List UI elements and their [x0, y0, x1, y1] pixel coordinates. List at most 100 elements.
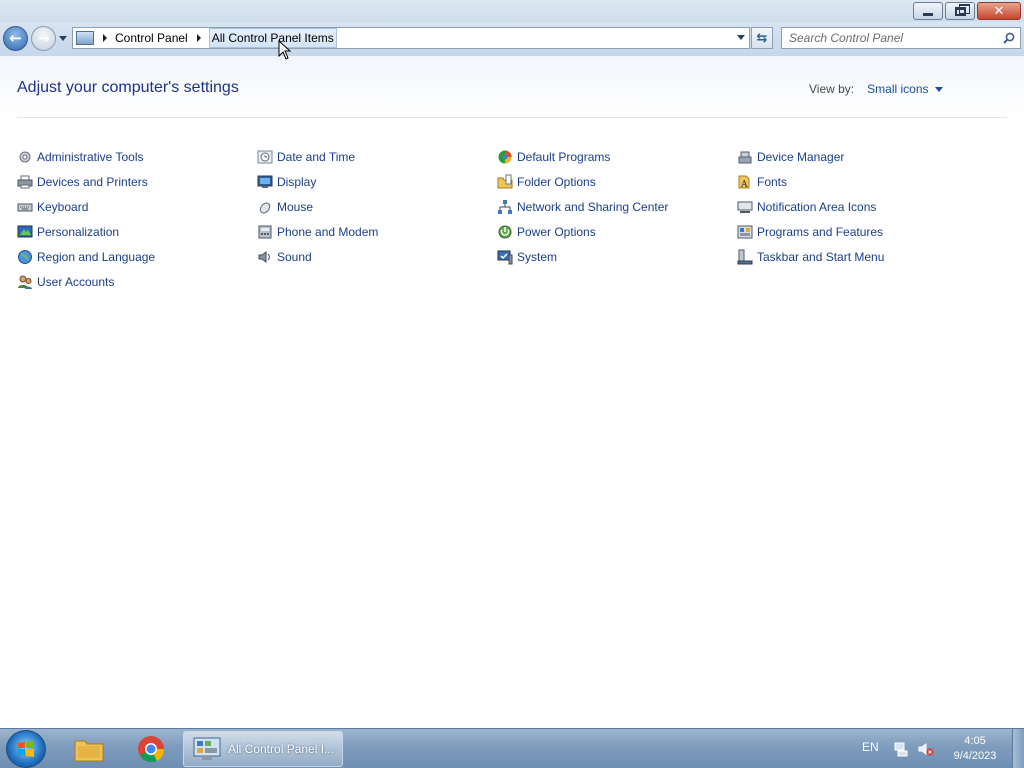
item-phone-and-modem[interactable]: Phone and Modem — [257, 219, 497, 244]
item-network-and-sharing-center[interactable]: Network and Sharing Center — [497, 194, 737, 219]
breadcrumb-control-panel[interactable]: Control Panel — [115, 31, 188, 45]
item-date-and-time[interactable]: Date and Time — [257, 144, 497, 169]
control-panel-items: Administrative Tools Date and Time Defau… — [17, 144, 977, 294]
system-clock[interactable]: 4:05 9/4/2023 — [944, 734, 1006, 764]
item-taskbar-and-start-menu[interactable]: Taskbar and Start Menu — [737, 244, 977, 269]
default-programs-icon — [497, 149, 513, 165]
power-icon — [497, 224, 513, 240]
item-programs-and-features[interactable]: Programs and Features — [737, 219, 977, 244]
address-history-dropdown[interactable] — [737, 35, 745, 40]
language-indicator[interactable]: EN — [862, 740, 879, 754]
item-mouse[interactable]: Mouse — [257, 194, 497, 219]
item-label[interactable]: Date and Time — [277, 150, 355, 164]
programs-icon — [737, 224, 753, 240]
taskbar-explorer-button[interactable] — [66, 731, 112, 767]
item-folder-options[interactable]: Folder Options — [497, 169, 737, 194]
svg-text:A: A — [740, 180, 748, 190]
view-by-dropdown[interactable]: Small icons — [867, 82, 943, 96]
close-button[interactable]: ✕ — [977, 2, 1021, 20]
mouse-cursor-icon — [278, 40, 292, 60]
breadcrumb-all-items[interactable]: All Control Panel Items — [208, 28, 337, 48]
refresh-icon: ⇆ — [756, 30, 768, 46]
item-fonts[interactable]: A Fonts — [737, 169, 977, 194]
item-label[interactable]: Default Programs — [517, 150, 610, 164]
search-box[interactable] — [781, 27, 1021, 49]
item-label[interactable]: Keyboard — [37, 200, 88, 214]
item-label[interactable]: Personalization — [37, 225, 119, 239]
item-label[interactable]: Folder Options — [517, 175, 596, 189]
control-panel-icon — [193, 737, 221, 760]
content-area: Adjust your computer's settings View by:… — [0, 40, 1024, 728]
item-keyboard[interactable]: Keyboard — [17, 194, 257, 219]
item-label[interactable]: User Accounts — [37, 275, 114, 289]
view-by-label: View by: — [809, 82, 855, 96]
refresh-button[interactable]: ⇆ — [751, 27, 773, 49]
minimize-button[interactable] — [913, 2, 943, 20]
chevron-down-icon — [934, 86, 943, 92]
start-button[interactable] — [6, 730, 46, 768]
search-input[interactable] — [782, 28, 992, 48]
item-label[interactable]: Notification Area Icons — [757, 200, 876, 214]
restore-button[interactable] — [945, 2, 975, 20]
network-tray-icon[interactable] — [893, 741, 909, 757]
item-label[interactable]: Administrative Tools — [37, 150, 144, 164]
item-label[interactable]: Programs and Features — [757, 225, 883, 239]
chevron-down-icon — [737, 35, 745, 40]
item-label[interactable]: Device Manager — [757, 150, 844, 164]
windows-logo-icon — [18, 741, 34, 757]
item-power-options[interactable]: Power Options — [497, 219, 737, 244]
item-label[interactable]: Devices and Printers — [37, 175, 148, 189]
window-controls: ✕ — [913, 2, 1021, 20]
item-label[interactable]: Display — [277, 175, 316, 189]
show-desktop-button[interactable] — [1012, 729, 1024, 768]
taskbar-control-panel-button[interactable]: All Control Panel I... — [183, 731, 343, 767]
page-title: Adjust your computer's settings — [17, 79, 239, 96]
volume-muted-icon[interactable] — [918, 741, 934, 757]
folder-options-icon — [497, 174, 513, 190]
item-display[interactable]: Display — [257, 169, 497, 194]
item-label[interactable]: Region and Language — [37, 250, 155, 264]
view-by-value[interactable]: Small icons — [867, 82, 928, 96]
clock-date: 9/4/2023 — [953, 750, 997, 762]
item-devices-and-printers[interactable]: Devices and Printers — [17, 169, 257, 194]
item-user-accounts[interactable]: User Accounts — [17, 269, 257, 294]
item-sound[interactable]: Sound — [257, 244, 497, 269]
clock-time: 4:05 — [964, 735, 986, 747]
restore-icon — [954, 3, 970, 16]
item-label[interactable]: Phone and Modem — [277, 225, 378, 239]
item-label[interactable]: System — [517, 250, 557, 264]
recent-pages-button[interactable] — [58, 33, 68, 43]
item-notification-area-icons[interactable]: Notification Area Icons — [737, 194, 977, 219]
navigation-bar: ← → Control Panel All Control Panel Item… — [0, 22, 1024, 56]
phone-icon — [257, 224, 273, 240]
item-system[interactable]: System — [497, 244, 737, 269]
control-panel-icon — [76, 31, 94, 45]
globe-icon — [17, 249, 33, 265]
forward-button[interactable]: → — [31, 26, 56, 51]
item-personalization[interactable]: Personalization — [17, 219, 257, 244]
breadcrumb-separator[interactable] — [196, 34, 201, 42]
view-by: View by: Small icons — [809, 82, 943, 96]
item-label[interactable]: Network and Sharing Center — [517, 200, 668, 214]
back-arrow-icon: ← — [9, 29, 22, 47]
item-label[interactable]: Taskbar and Start Menu — [757, 250, 884, 264]
breadcrumb-separator[interactable] — [103, 34, 107, 42]
search-icon[interactable] — [1003, 32, 1015, 44]
item-label[interactable]: Sound — [277, 250, 312, 264]
mouse-icon — [257, 199, 273, 215]
item-administrative-tools[interactable]: Administrative Tools — [17, 144, 257, 169]
item-label[interactable]: Mouse — [277, 200, 313, 214]
display-icon — [257, 174, 273, 190]
fonts-icon: A — [737, 174, 753, 190]
taskbar-chrome-button[interactable] — [128, 731, 174, 767]
personalization-icon — [17, 224, 33, 240]
forward-arrow-icon: → — [37, 29, 50, 47]
chevron-right-icon — [103, 34, 107, 42]
address-bar[interactable]: Control Panel All Control Panel Items — [72, 27, 750, 49]
item-default-programs[interactable]: Default Programs — [497, 144, 737, 169]
item-label[interactable]: Power Options — [517, 225, 596, 239]
back-button[interactable]: ← — [3, 26, 28, 51]
item-device-manager[interactable]: Device Manager — [737, 144, 977, 169]
item-region-and-language[interactable]: Region and Language — [17, 244, 257, 269]
item-label[interactable]: Fonts — [757, 175, 787, 189]
